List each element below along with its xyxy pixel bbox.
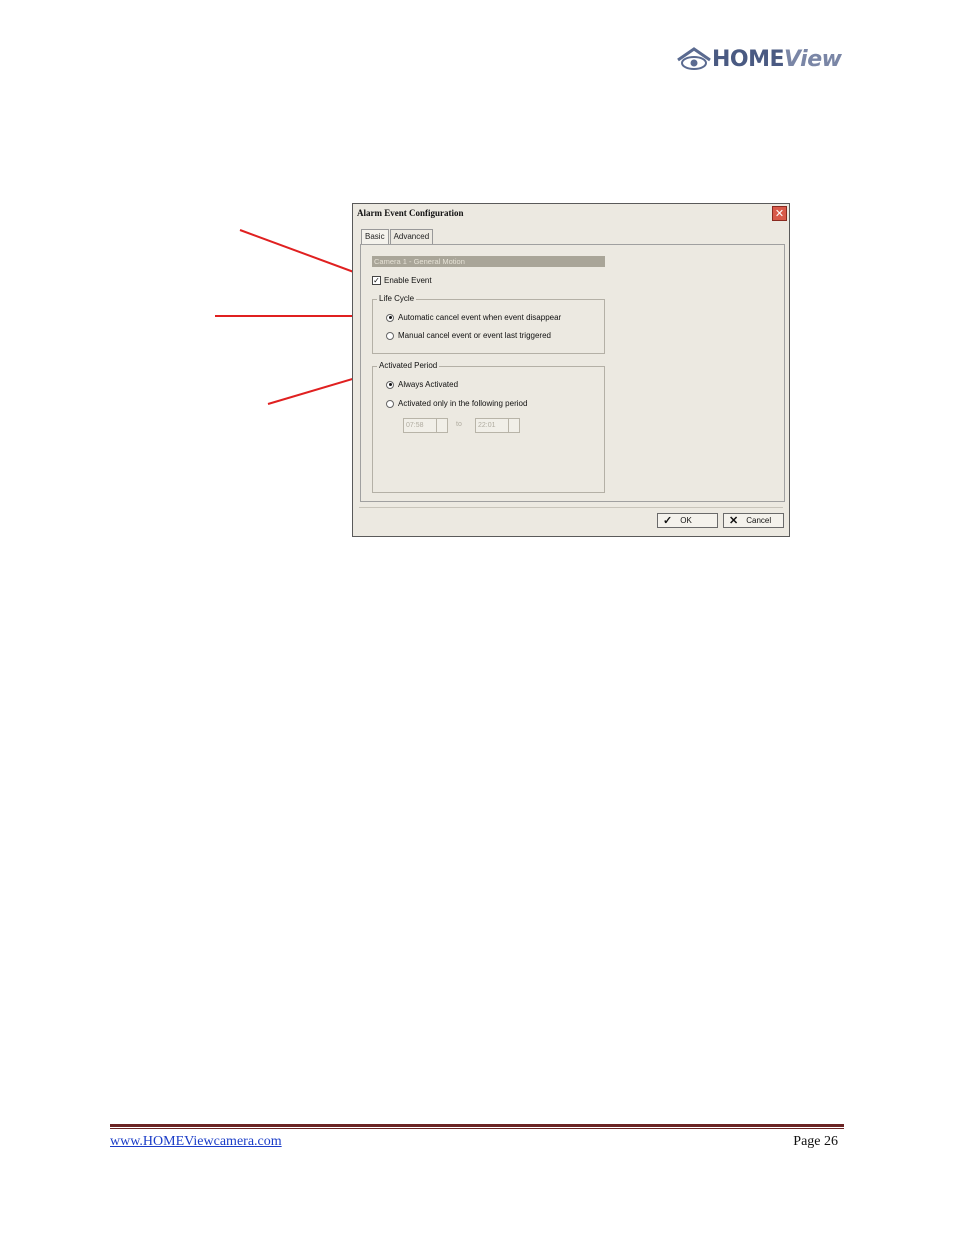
start-time-arrows[interactable]	[436, 419, 447, 432]
logo-brand-bold: HOME	[712, 46, 785, 72]
activated-option-period[interactable]: Activated only in the following period	[386, 399, 527, 408]
life-cycle-option-manual-label: Manual cancel event or event last trigge…	[398, 331, 551, 340]
tab-strip: Basic Advanced	[361, 229, 434, 247]
check-icon: ✓	[663, 515, 673, 527]
alarm-event-configuration-dialog: Alarm Event Configuration ✕ Basic Advanc…	[352, 203, 790, 537]
life-cycle-option-manual[interactable]: Manual cancel event or event last trigge…	[386, 331, 551, 340]
arrow-enable-event	[239, 229, 371, 279]
footer-rule-thin	[110, 1128, 844, 1129]
enable-event-checkbox[interactable]: ✓	[372, 276, 381, 285]
to-label: to	[456, 421, 462, 428]
activated-option-always-label: Always Activated	[398, 380, 459, 389]
page-number: Page 26	[793, 1134, 838, 1149]
logo-brand-italic: View	[784, 46, 842, 72]
enable-event-row[interactable]: ✓ Enable Event	[372, 276, 432, 285]
radio-always-activated[interactable]	[386, 380, 394, 389]
end-time-value: 22:01	[478, 422, 496, 429]
start-time-spinner[interactable]: 07:58	[403, 418, 448, 433]
ok-label: OK	[680, 516, 692, 525]
homeview-logo: HOMEView	[676, 42, 842, 76]
cancel-button[interactable]: ✕ Cancel	[723, 513, 784, 528]
camera-section-header: Camera 1 - General Motion	[372, 256, 605, 267]
basic-tab-panel: Camera 1 - General Motion ✓ Enable Event…	[360, 244, 785, 502]
button-separator	[359, 507, 783, 508]
life-cycle-group: Life Cycle Automatic cancel event when e…	[372, 294, 605, 354]
activated-period-label: Activated Period	[377, 361, 440, 370]
radio-auto-cancel[interactable]	[386, 313, 394, 322]
life-cycle-label: Life Cycle	[377, 294, 417, 303]
eye-house-icon	[677, 47, 711, 70]
radio-period-activated[interactable]	[386, 399, 394, 408]
life-cycle-option-auto[interactable]: Automatic cancel event when event disapp…	[386, 313, 561, 322]
cancel-label: Cancel	[746, 516, 772, 525]
annotation-arrows	[215, 229, 377, 405]
life-cycle-option-auto-label: Automatic cancel event when event disapp…	[398, 313, 562, 322]
logo-wordmark: HOMEView	[712, 46, 842, 72]
enable-event-label: Enable Event	[384, 276, 432, 285]
end-time-arrows[interactable]	[508, 419, 519, 432]
ok-button[interactable]: ✓ OK	[657, 513, 718, 528]
start-time-value: 07:58	[406, 422, 424, 429]
end-time-spinner[interactable]: 22:01	[475, 418, 520, 433]
footer-rule-thick	[110, 1124, 844, 1127]
dialog-title: Alarm Event Configuration	[357, 208, 464, 218]
x-icon: ✕	[729, 515, 739, 527]
activated-option-period-label: Activated only in the following period	[398, 399, 528, 408]
activated-period-group: Activated Period Always Activated Activa…	[372, 361, 605, 493]
website-link[interactable]: www.HOMEViewcamera.com	[110, 1134, 282, 1150]
close-button[interactable]: ✕	[772, 206, 787, 221]
radio-manual-cancel[interactable]	[386, 331, 394, 340]
activated-option-always[interactable]: Always Activated	[386, 380, 458, 389]
dialog-titlebar: Alarm Event Configuration ✕	[353, 204, 789, 224]
